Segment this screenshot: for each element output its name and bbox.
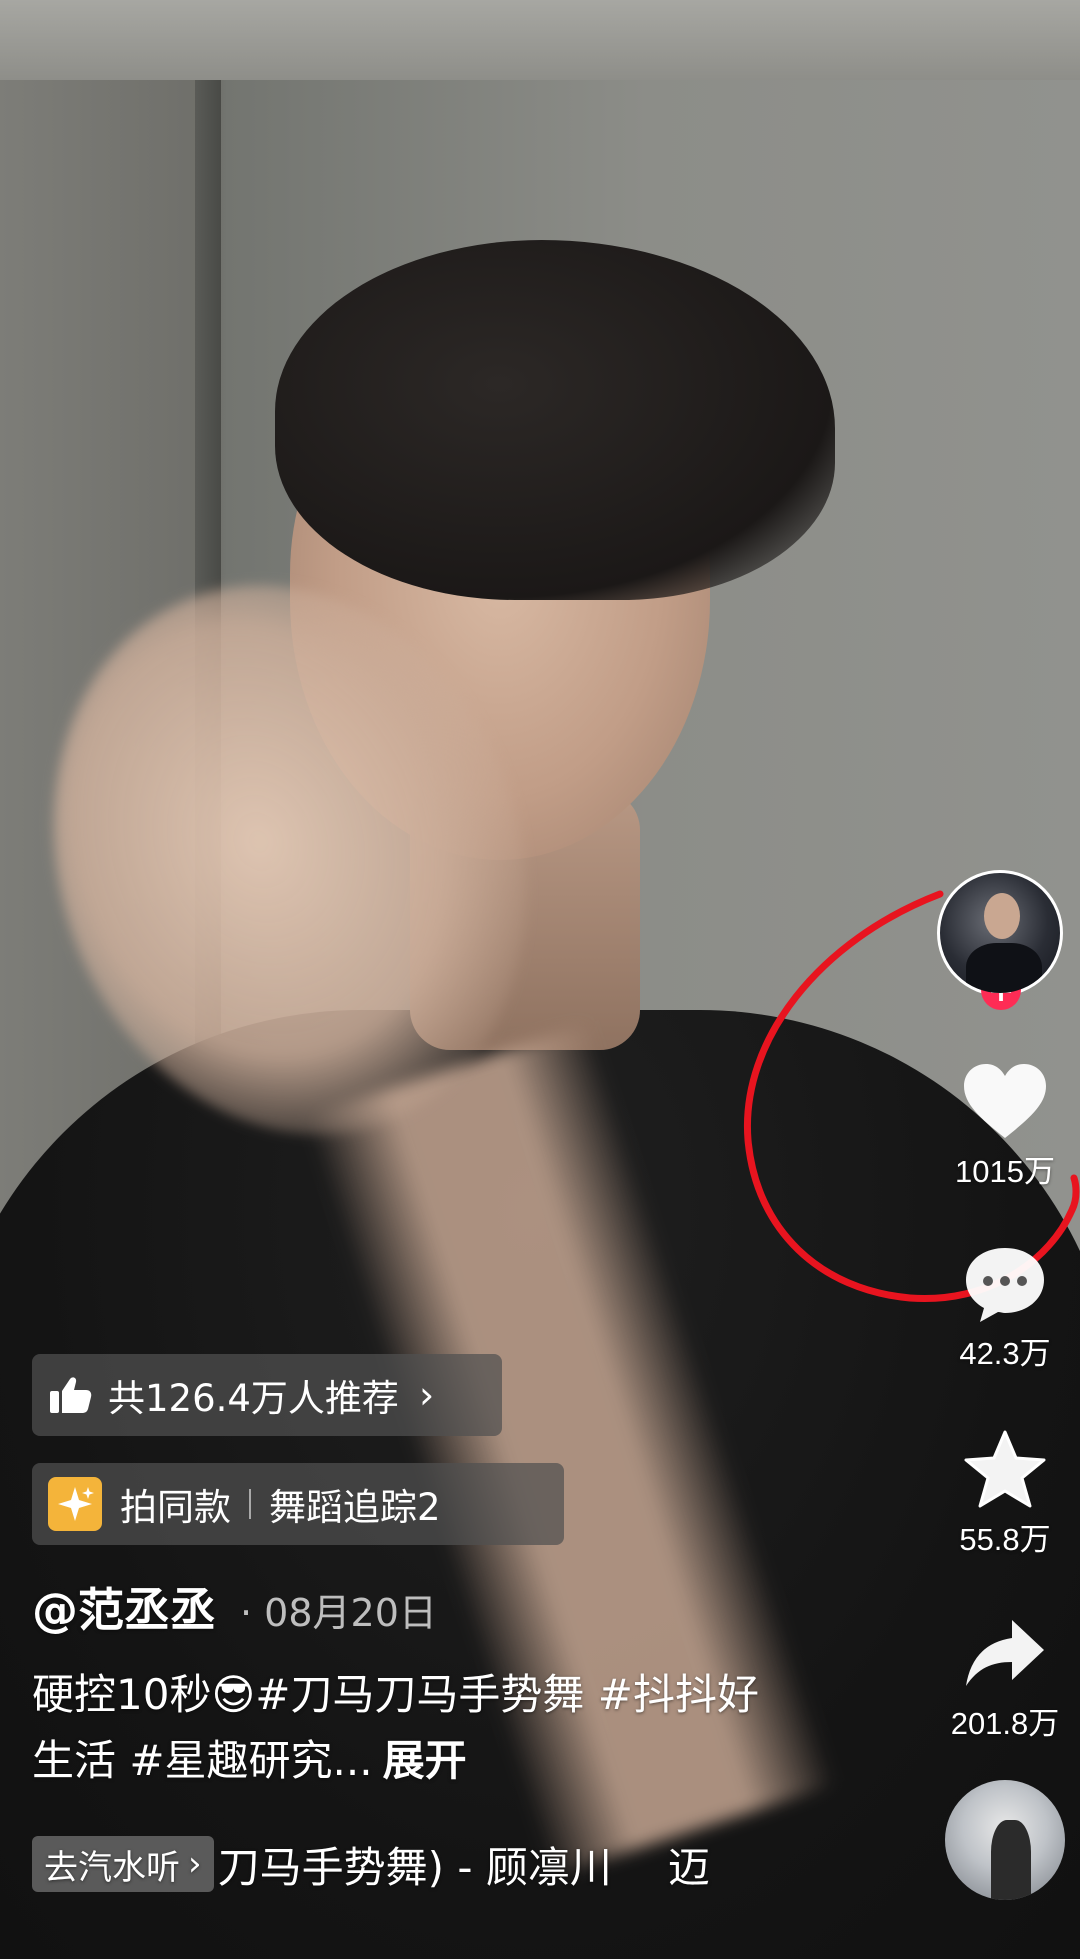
author-line: @范丞丞 · 08月20日 (32, 1574, 437, 1640)
comment-icon[interactable] (960, 1242, 1050, 1326)
favorite-count: 55.8万 (959, 1522, 1051, 1557)
recommend-chip[interactable]: 共126.4万人推荐 › (32, 1354, 502, 1436)
music-row[interactable]: 去汽水听 › 刀马手势舞) - 顾凛川 迈 (32, 1832, 892, 1896)
shoot-same-chip[interactable]: 拍同款 舞蹈追踪2 (32, 1463, 564, 1545)
heart-icon[interactable] (960, 1060, 1050, 1144)
avatar[interactable] (937, 870, 1063, 996)
music-title-tail: 迈 (667, 1842, 710, 1892)
chevron-right-icon: › (418, 1373, 435, 1417)
comment-button[interactable]: 42.3万 (930, 1242, 1080, 1373)
comment-count: 42.3万 (959, 1336, 1051, 1371)
expand-link[interactable]: 展开 (383, 1736, 467, 1785)
listen-in-app-chip[interactable]: 去汽水听 › (32, 1836, 214, 1892)
post-date: · 08月20日 (240, 1591, 437, 1635)
star-icon[interactable] (960, 1428, 1050, 1512)
recommend-label: 共126.4万人推荐 (108, 1377, 399, 1420)
music-disc[interactable] (945, 1780, 1065, 1900)
share-arrow-icon[interactable] (960, 1612, 1050, 1696)
music-title: 刀马手势舞) - 顾凛川 (217, 1842, 612, 1892)
author-avatar-button[interactable]: + (937, 870, 1063, 1010)
like-button[interactable]: 1015万 (930, 1060, 1080, 1191)
shoot-same-label: 拍同款 (120, 1486, 231, 1529)
video-screen[interactable]: + 1015万 42.3万 55.8万 (0, 0, 1080, 1959)
chip-divider (249, 1489, 251, 1519)
ceiling (0, 0, 1080, 80)
effect-name: 舞蹈追踪2 (269, 1486, 441, 1529)
right-action-bar: + 1015万 42.3万 55.8万 (930, 870, 1080, 1959)
thumbs-up-icon (50, 1377, 92, 1413)
favorite-button[interactable]: 55.8万 (930, 1428, 1080, 1559)
share-button[interactable]: 201.8万 (930, 1612, 1080, 1743)
listen-in-app-label: 去汽水听 (44, 1847, 180, 1888)
like-count: 1015万 (955, 1154, 1055, 1189)
author-name[interactable]: @范丞丞 (32, 1574, 216, 1640)
video-caption[interactable]: 硬控10秒😎#刀马刀马手势舞 #抖抖好生活 #星趣研究... 展开 (32, 1662, 792, 1794)
chevron-right-icon: › (188, 1844, 202, 1884)
share-count: 201.8万 (950, 1706, 1060, 1741)
sparkle-icon (48, 1477, 102, 1531)
